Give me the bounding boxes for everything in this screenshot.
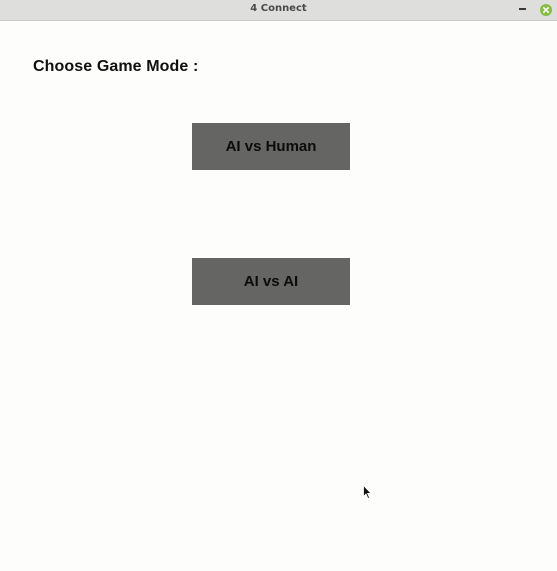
mouse-cursor-icon — [363, 485, 372, 500]
close-icon — [543, 7, 549, 13]
close-button[interactable] — [540, 4, 552, 16]
page-heading: Choose Game Mode : — [33, 58, 199, 75]
app-window: 4 Connect Choose Game Mode : AI vs Human… — [0, 0, 557, 571]
title-bar[interactable]: 4 Connect — [0, 0, 557, 21]
window-title: 4 Connect — [250, 3, 307, 14]
minimize-button[interactable] — [516, 2, 530, 16]
ai-vs-human-button[interactable]: AI vs Human — [192, 123, 350, 170]
minimize-icon — [519, 8, 526, 10]
ai-vs-ai-button[interactable]: AI vs AI — [192, 258, 350, 305]
